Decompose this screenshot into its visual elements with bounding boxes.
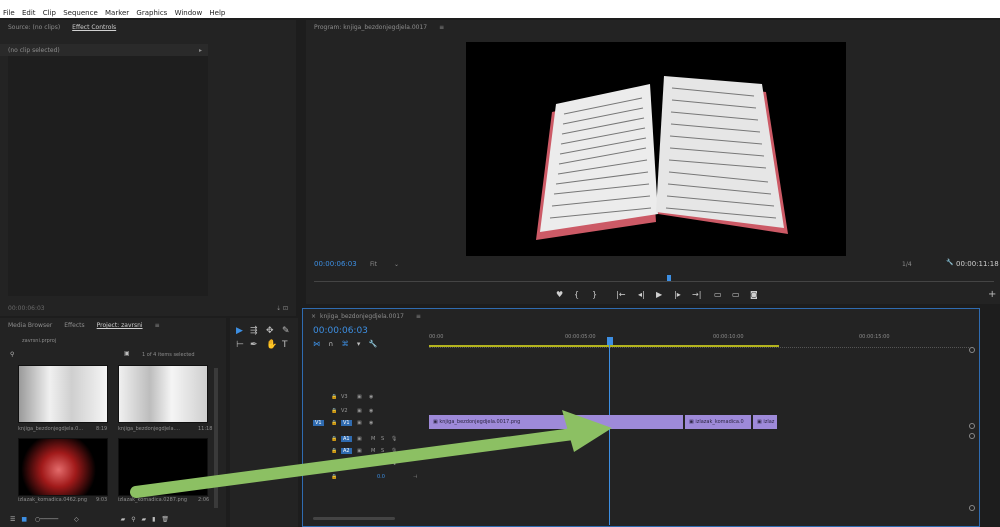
- arrow-overlay-icon: [130, 410, 612, 498]
